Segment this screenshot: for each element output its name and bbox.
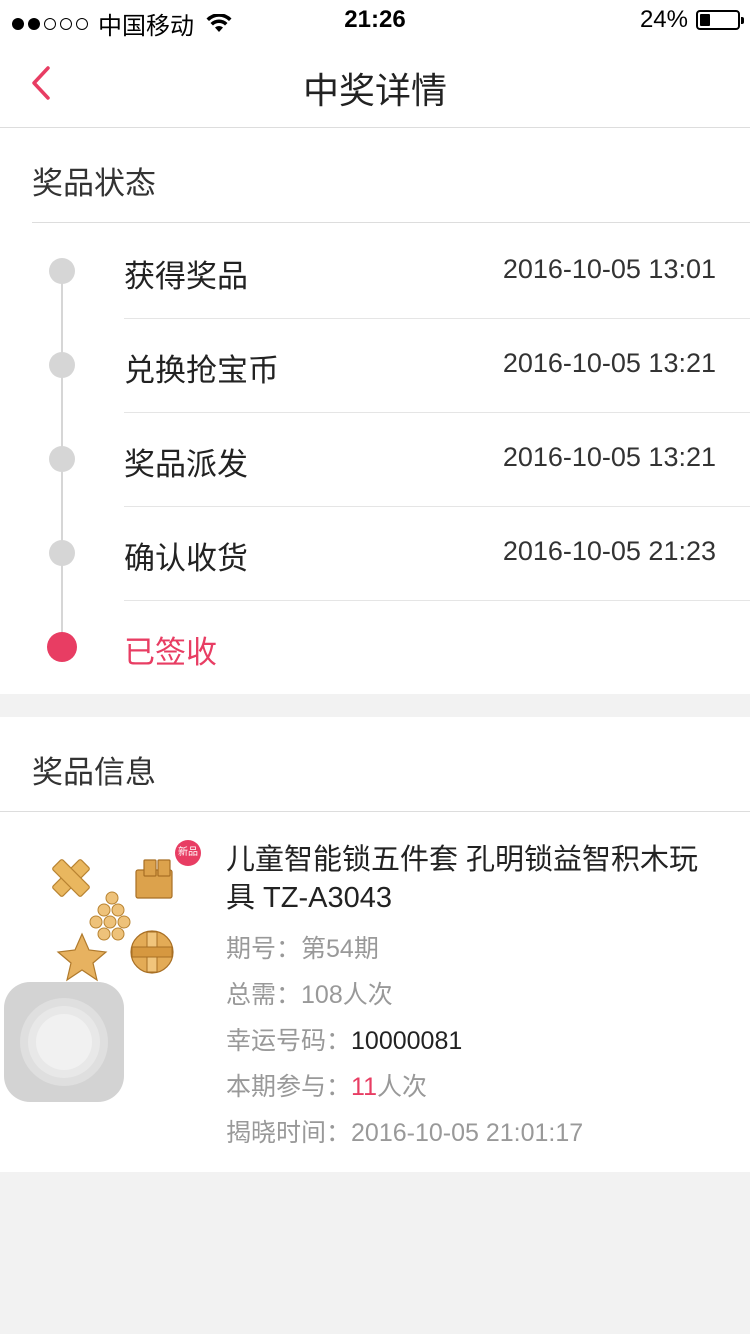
divider: [0, 811, 750, 812]
total-row: 总需：108人次: [226, 975, 393, 1011]
battery-percentage: 24%: [639, 6, 688, 33]
new-product-badge: 新品: [175, 840, 201, 866]
step-time: 2016-10-05 13:21: [502, 348, 716, 378]
lucky-number-row: 幸运号码：10000081: [226, 1021, 462, 1057]
participation-row: 本期参与：11人次: [226, 1067, 427, 1103]
divider: [32, 222, 750, 223]
prize-info-title: 奖品信息: [32, 755, 156, 790]
step-label: 奖品派发: [124, 447, 248, 482]
prize-status-title: 奖品状态: [32, 166, 156, 201]
status-bar: 中国移动 21:26 24%: [0, 0, 750, 40]
lucky-number-value: 10000081: [351, 1027, 463, 1055]
participation-count: 11: [351, 1073, 377, 1101]
step-time: 2016-10-05 21:23: [502, 536, 716, 566]
nav-bar: 中奖详情: [0, 40, 750, 128]
prize-info-section: 奖品信息 新品 儿童智能锁五件套 孔明锁益智积木玩具 TZ-A3043 期号：第…: [0, 717, 750, 1172]
timeline-node: [49, 540, 75, 566]
timeline-step: 获得奖品 2016-10-05 13:01: [0, 225, 750, 319]
timeline-step: 兑换抢宝币 2016-10-05 13:21: [0, 319, 750, 413]
total-label: 总需：: [226, 981, 302, 1009]
timeline-node: [49, 258, 75, 284]
timeline-step: 奖品派发 2016-10-05 13:21: [0, 413, 750, 507]
timeline-step: 确认收货 2016-10-05 21:23: [0, 507, 750, 601]
prize-status-section: 奖品状态 获得奖品 2016-10-05 13:01 兑换抢宝币 2016-10…: [0, 128, 750, 694]
period-value: 第54期: [301, 935, 379, 963]
participation-label: 本期参与：: [226, 1073, 352, 1101]
step-label: 确认收货: [124, 541, 248, 576]
total-value: 108人次: [301, 981, 393, 1009]
status-time: 21:26: [344, 6, 406, 33]
battery-icon: [696, 10, 744, 30]
period-label: 期号：: [226, 935, 302, 963]
assistive-touch-icon[interactable]: [4, 982, 124, 1102]
step-time: 2016-10-05 13:21: [502, 442, 716, 472]
step-label: 获得奖品: [124, 259, 248, 294]
timeline-node-active: [47, 632, 77, 662]
timeline-step-current: 已签收: [0, 601, 750, 695]
reveal-time-row: 揭晓时间：2016-10-05 21:01:17: [226, 1113, 583, 1149]
reveal-time-label: 揭晓时间：: [226, 1119, 352, 1147]
step-label: 兑换抢宝币: [124, 353, 279, 388]
period-row: 期号：第54期: [226, 929, 379, 965]
lucky-number-label: 幸运号码：: [226, 1027, 352, 1055]
prize-name[interactable]: 儿童智能锁五件套 孔明锁益智积木玩具 TZ-A3043: [226, 841, 726, 917]
prize-image[interactable]: [46, 852, 206, 992]
status-right: 24%: [639, 6, 744, 34]
page-title: 中奖详情: [302, 70, 447, 111]
participation-unit: 人次: [376, 1073, 427, 1101]
step-time: 2016-10-05 13:01: [502, 254, 716, 284]
timeline-node: [49, 446, 75, 472]
step-label-current: 已签收: [124, 635, 217, 670]
reveal-time-value: 2016-10-05 21:01:17: [351, 1119, 584, 1147]
timeline-node: [49, 352, 75, 378]
